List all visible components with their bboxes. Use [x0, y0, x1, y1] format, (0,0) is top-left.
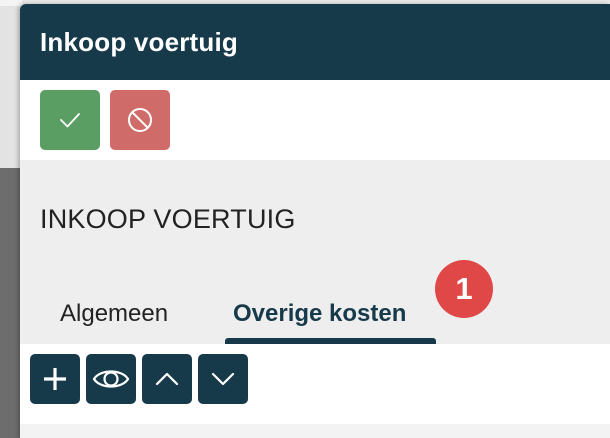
- background-strip: [0, 0, 22, 6]
- plus-icon: [44, 368, 66, 390]
- form-section: INKOOP VOERTUIG 1 Algemeen Overige koste…: [20, 160, 610, 344]
- background-page: [0, 0, 22, 438]
- tab-algemeen[interactable]: Algemeen: [60, 300, 168, 328]
- dialog-title: Inkoop voertuig: [40, 26, 238, 57]
- eye-icon: [92, 370, 130, 388]
- move-up-button[interactable]: [142, 354, 192, 404]
- purchase-vehicle-dialog: Inkoop voertuig INKOOP VOERTUIG 1 Algeme…: [20, 4, 610, 438]
- add-button[interactable]: [30, 354, 80, 404]
- dialog-action-bar: [20, 80, 610, 160]
- move-down-button[interactable]: [198, 354, 248, 404]
- ban-icon: [128, 108, 152, 132]
- list-area: [20, 424, 610, 438]
- chevron-up-icon: [155, 372, 179, 386]
- section-heading: INKOOP VOERTUIG: [40, 204, 296, 234]
- view-button[interactable]: [86, 354, 136, 404]
- list-toolbar: [30, 354, 248, 404]
- dialog-titlebar: Inkoop voertuig: [20, 4, 610, 80]
- chevron-down-icon: [211, 372, 235, 386]
- cancel-button[interactable]: [110, 90, 170, 150]
- tab-bar: Algemeen Overige kosten: [20, 292, 610, 344]
- tab-overige-kosten[interactable]: Overige kosten: [233, 300, 406, 328]
- confirm-button[interactable]: [40, 90, 100, 150]
- check-icon: [60, 113, 80, 128]
- active-tab-indicator: [225, 338, 436, 344]
